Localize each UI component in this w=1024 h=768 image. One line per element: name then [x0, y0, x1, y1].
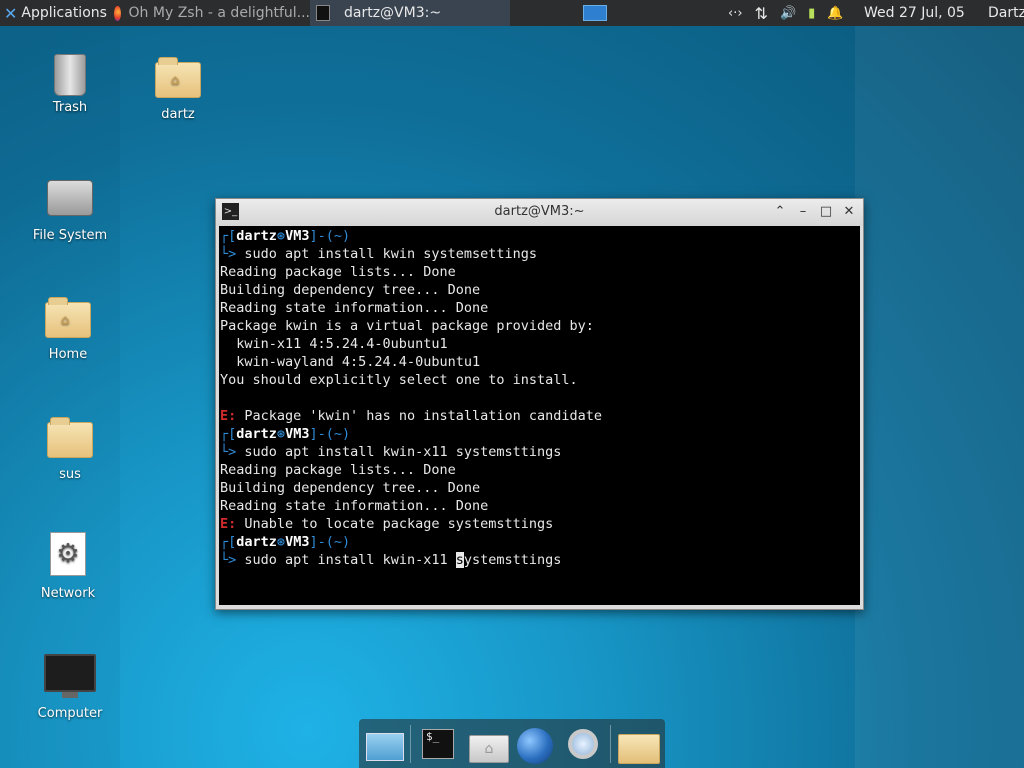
network-gear-icon: ⚙	[50, 532, 86, 576]
desktop-icon-trash[interactable]: Trash	[20, 54, 120, 115]
desktop-icon-label: File System	[32, 228, 108, 243]
show-desktop-icon	[366, 733, 404, 761]
clock[interactable]: Wed 27 Jul, 05:27	[864, 0, 964, 26]
terminal-icon: $_	[422, 729, 454, 759]
prompt-line: ┌[dartz⊛VM3]-(~)	[220, 228, 351, 244]
output-line: Reading state information... Done	[220, 498, 489, 514]
taskbar-firefox-button[interactable]: Oh My Zsh - a delightful...	[110, 0, 310, 26]
dock: $_ ⌂	[359, 719, 665, 768]
command-line: └> sudo apt install kwin systemsettings	[220, 246, 538, 262]
desktop-icon-label: Computer	[37, 706, 103, 721]
xfce-logo-icon: ✕	[4, 3, 18, 23]
output-line: kwin-x11 4:5.24.4-0ubuntu1	[220, 336, 448, 352]
wallpaper-stripe	[855, 26, 1024, 768]
terminal-app-icon	[316, 5, 330, 21]
workspace-switcher[interactable]	[580, 0, 610, 26]
home-folder-icon: ⌂	[155, 57, 201, 98]
error-line: E: Unable to locate package systemstting…	[220, 516, 554, 532]
desktop-icon-network[interactable]: ⚙ Network	[18, 532, 118, 601]
magnifier-icon	[568, 729, 598, 759]
command-line: └> sudo apt install kwin-x11 systemsttin…	[220, 444, 562, 460]
output-line: Building dependency tree... Done	[220, 282, 481, 298]
volume-icon[interactable]: 🔊	[780, 6, 796, 21]
notification-bell-icon[interactable]: 🔔	[827, 6, 843, 21]
folder-icon	[47, 417, 93, 458]
desktop-icon-filesystem[interactable]: File System	[20, 180, 120, 243]
taskbar-terminal-label: dartz@VM3:~	[344, 5, 442, 21]
prompt-line: ┌[dartz⊛VM3]-(~)	[220, 426, 351, 442]
battery-icon[interactable]: ▮	[808, 6, 815, 21]
home-folder-icon: ⌂	[45, 297, 91, 338]
dock-show-desktop-button[interactable]	[364, 725, 404, 763]
globe-icon	[517, 728, 553, 764]
terminal-output[interactable]: ┌[dartz⊛VM3]-(~) └> sudo apt install kwi…	[219, 226, 860, 605]
top-panel: ✕ Applications ≡ Oh My Zsh - a delightfu…	[0, 0, 1024, 26]
dock-web-browser-button[interactable]	[515, 725, 555, 764]
applications-label: Applications	[21, 5, 107, 21]
output-line: Building dependency tree... Done	[220, 480, 481, 496]
desktop-icon-computer[interactable]: Computer	[20, 654, 120, 721]
hard-drive-icon	[47, 180, 93, 216]
user-menu[interactable]: Dartz	[988, 0, 1024, 26]
dock-terminal-button[interactable]: $_	[419, 725, 459, 763]
dock-folder-button[interactable]	[617, 725, 660, 764]
output-line: You should explicitly select one to inst…	[220, 372, 578, 388]
desktop-icon-home[interactable]: ⌂ Home	[18, 297, 118, 362]
command-input-line[interactable]: └> sudo apt install kwin-x11 systemsttin…	[219, 551, 860, 569]
applications-menu-button[interactable]: ✕ Applications ≡	[0, 0, 108, 26]
monitor-stand	[62, 692, 78, 698]
folder-icon	[618, 734, 660, 764]
text-cursor: s	[455, 552, 464, 568]
shade-button[interactable]: ⌃	[771, 203, 789, 221]
output-line: Reading package lists... Done	[220, 462, 456, 478]
minimize-button[interactable]: –	[794, 203, 812, 221]
firefox-icon	[114, 5, 121, 21]
output-line: kwin-wayland 4:5.24.4-0ubuntu1	[220, 354, 481, 370]
dock-separator	[410, 725, 411, 763]
desktop-icon-label: Home	[48, 347, 88, 362]
prompt-line: ┌[dartz⊛VM3]-(~)	[220, 534, 351, 550]
desktop-icon-label: sus	[59, 467, 81, 482]
dock-file-manager-button[interactable]: ⌂	[467, 725, 509, 763]
desktop-icon-label: Network	[40, 586, 96, 601]
terminal-window[interactable]: >_ dartz@VM3:~ ⌃ – □ ✕ ┌[dartz⊛VM3]-(~) …	[215, 198, 864, 610]
desktop-icon-sus[interactable]: sus	[20, 417, 120, 482]
desktop-icon-dartz[interactable]: ⌂ dartz	[128, 57, 228, 122]
desktop-icon-label: dartz	[161, 107, 195, 122]
terminal-window-title: dartz@VM3:~	[494, 204, 585, 219]
trash-icon	[54, 54, 86, 96]
transfer-icon[interactable]: ⇅	[755, 4, 768, 23]
output-line: Package kwin is a virtual package provid…	[220, 318, 594, 334]
output-line: Reading state information... Done	[220, 300, 489, 316]
maximize-button[interactable]: □	[817, 203, 835, 221]
output-line: Reading package lists... Done	[220, 264, 456, 280]
dock-separator	[610, 725, 611, 763]
dock-search-button[interactable]	[564, 725, 604, 763]
error-line: E: Package 'kwin' has no installation ca…	[220, 408, 603, 424]
close-button[interactable]: ✕	[840, 203, 858, 221]
system-tray: ‹·› ⇅ 🔊 ▮ 🔔	[724, 0, 858, 26]
terminal-titlebar[interactable]: >_ dartz@VM3:~ ⌃ – □ ✕	[216, 199, 863, 226]
taskbar-terminal-button[interactable]: dartz@VM3:~	[310, 0, 510, 26]
taskbar-firefox-label: Oh My Zsh - a delightful...	[128, 5, 310, 21]
computer-icon	[44, 654, 96, 692]
network-icon[interactable]: ‹·›	[728, 6, 743, 21]
desktop-icon-label: Trash	[52, 100, 88, 115]
home-folder-icon: ⌂	[469, 735, 509, 763]
workspace-1[interactable]	[583, 5, 607, 21]
